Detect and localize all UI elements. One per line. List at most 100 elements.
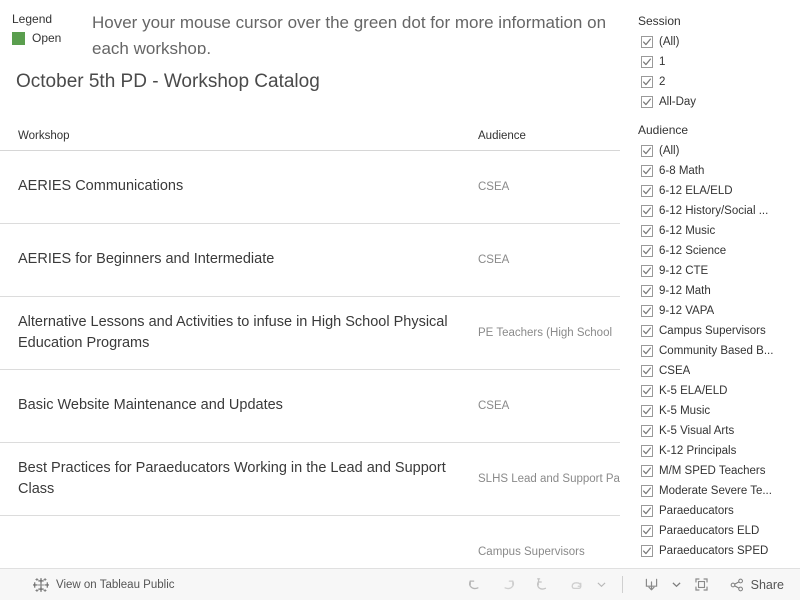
filter-option-row[interactable]: Moderate Severe Te... — [636, 481, 800, 501]
checkbox-icon[interactable] — [641, 385, 653, 397]
checkbox-icon[interactable] — [641, 36, 653, 48]
filter-option-row[interactable]: (All) — [636, 32, 800, 52]
filter-option-row[interactable]: 6-12 Music — [636, 221, 800, 241]
share-icon — [729, 577, 745, 593]
refresh-dropdown-button[interactable] — [594, 570, 610, 600]
checkbox-icon[interactable] — [641, 305, 653, 317]
filter-option-label: (All) — [659, 36, 680, 48]
checkbox-icon[interactable] — [641, 325, 653, 337]
legend: Legend Open — [12, 12, 90, 45]
filter-option-row[interactable]: K-5 ELA/ELD — [636, 381, 800, 401]
filter-option-row[interactable]: K-5 Visual Arts — [636, 421, 800, 441]
filter-option-label: Paraeducators ELD — [659, 525, 760, 537]
filter-option-row[interactable]: 6-12 ELA/ELD — [636, 181, 800, 201]
checkbox-icon[interactable] — [641, 445, 653, 457]
filter-option-row[interactable]: 1 — [636, 52, 800, 72]
checkbox-icon[interactable] — [641, 185, 653, 197]
filter-audience: Audience (All) 6-8 Math 6-12 ELA/ELD 6-12 H… — [636, 121, 800, 561]
filter-option-label: Campus Supervisors — [659, 325, 766, 337]
table-body: AERIES Communications CSEA AERIES for Be… — [0, 150, 620, 566]
filter-option-label: M/M SPED Teachers — [659, 465, 766, 477]
filter-option-row[interactable]: 9-12 VAPA — [636, 301, 800, 321]
chevron-down-icon — [597, 580, 606, 589]
filter-option-row[interactable]: Paraeducators — [636, 501, 800, 521]
checkbox-icon[interactable] — [641, 265, 653, 277]
revert-button[interactable] — [526, 570, 560, 600]
filter-option-label: 2 — [659, 76, 666, 88]
checkbox-icon[interactable] — [641, 205, 653, 217]
table-row[interactable]: Alternative Lessons and Activities to in… — [0, 296, 620, 370]
checkbox-icon[interactable] — [641, 145, 653, 157]
filter-option-row[interactable]: M/M SPED Teachers — [636, 461, 800, 481]
checkbox-icon[interactable] — [641, 285, 653, 297]
download-dropdown-button[interactable] — [669, 570, 685, 600]
table-row[interactable]: Campus Supervisors — [0, 515, 620, 566]
checkbox-icon[interactable] — [641, 525, 653, 537]
filter-option-row[interactable]: 2 — [636, 72, 800, 92]
checkbox-icon[interactable] — [641, 165, 653, 177]
table-row[interactable]: AERIES for Beginners and Intermediate CS… — [0, 223, 620, 297]
legend-color-swatch-icon — [12, 31, 25, 45]
filter-option-row[interactable]: Paraeducators ELD — [636, 521, 800, 541]
filter-option-label: CSEA — [659, 365, 691, 377]
bottom-toolbar: View on Tableau Public Share — [0, 568, 800, 600]
checkbox-icon[interactable] — [641, 465, 653, 477]
undo-icon — [466, 576, 483, 593]
refresh-button[interactable] — [560, 570, 594, 600]
checkbox-icon[interactable] — [641, 345, 653, 357]
checkbox-icon[interactable] — [641, 485, 653, 497]
redo-button[interactable] — [492, 570, 526, 600]
filter-option-row[interactable]: K-12 Principals — [636, 441, 800, 461]
filter-option-row[interactable]: Campus Supervisors — [636, 321, 800, 341]
legend-item-label: Open — [32, 31, 62, 45]
filter-option-label: 9-12 VAPA — [659, 305, 715, 317]
checkbox-icon[interactable] — [641, 505, 653, 517]
filter-audience-options: (All) 6-8 Math 6-12 ELA/ELD 6-12 History/So… — [636, 141, 800, 561]
filter-option-label: 6-12 Science — [659, 245, 727, 257]
filter-option-row[interactable]: Paraeducators SPED — [636, 541, 800, 561]
table-row[interactable]: Best Practices for Paraeducators Working… — [0, 442, 620, 516]
filter-option-row[interactable]: 6-8 Math — [636, 161, 800, 181]
filter-option-row[interactable]: 6-12 Science — [636, 241, 800, 261]
revert-icon — [534, 576, 551, 593]
cell-audience: PE Teachers (High School — [460, 296, 620, 370]
checkbox-icon[interactable] — [641, 225, 653, 237]
checkbox-icon[interactable] — [641, 425, 653, 437]
checkbox-icon[interactable] — [641, 545, 653, 557]
filter-option-label: 6-8 Math — [659, 165, 705, 177]
view-on-tableau-public-label: View on Tableau Public — [56, 578, 175, 591]
checkbox-icon[interactable] — [641, 365, 653, 377]
filter-option-row[interactable]: K-5 Music — [636, 401, 800, 421]
filter-option-label: K-5 Music — [659, 405, 711, 417]
legend-item-open[interactable]: Open — [12, 31, 90, 45]
filter-option-label: 1 — [659, 56, 666, 68]
header-instruction-text: Hover your mouse cursor over the green d… — [92, 13, 607, 54]
filter-option-row[interactable]: 6-12 History/Social ... — [636, 201, 800, 221]
filter-option-row[interactable]: All-Day — [636, 92, 800, 112]
filter-option-row[interactable]: 9-12 Math — [636, 281, 800, 301]
tableau-viz-root: Legend Open Hover your mouse cursor over… — [0, 0, 800, 600]
filter-option-row[interactable]: 9-12 CTE — [636, 261, 800, 281]
view-on-tableau-public-link[interactable]: View on Tableau Public — [0, 577, 175, 593]
filter-option-row[interactable]: CSEA — [636, 361, 800, 381]
undo-button[interactable] — [458, 570, 492, 600]
table-row[interactable]: AERIES Communications CSEA — [0, 150, 620, 224]
table-header: Workshop Audience — [0, 126, 620, 151]
share-button[interactable]: Share — [719, 570, 788, 600]
checkbox-icon[interactable] — [641, 96, 653, 108]
column-header-workshop[interactable]: Workshop — [0, 126, 460, 151]
filter-option-row[interactable]: Community Based B... — [636, 341, 800, 361]
cell-audience: Campus Supervisors — [460, 515, 620, 566]
column-header-audience[interactable]: Audience — [460, 126, 620, 151]
cell-workshop: Best Practices for Paraeducators Working… — [0, 442, 460, 516]
checkbox-icon[interactable] — [641, 405, 653, 417]
filter-session-options: (All) 1 2 All-Day — [636, 32, 800, 112]
table-row[interactable]: Basic Website Maintenance and Updates CS… — [0, 369, 620, 443]
filter-option-row[interactable]: (All) — [636, 141, 800, 161]
checkbox-icon[interactable] — [641, 56, 653, 68]
checkbox-icon[interactable] — [641, 245, 653, 257]
checkbox-icon[interactable] — [641, 76, 653, 88]
download-button[interactable] — [635, 570, 669, 600]
fullscreen-button[interactable] — [685, 570, 719, 600]
filter-title-session: Session — [638, 14, 681, 28]
